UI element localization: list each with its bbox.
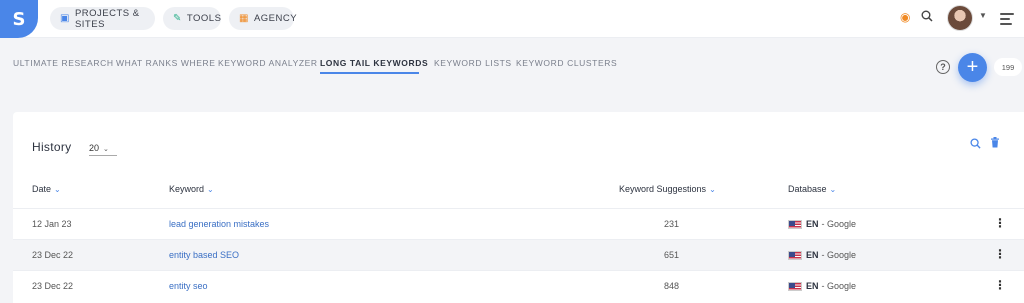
location-pin-icon[interactable]: ◉ (900, 10, 910, 24)
tab-keyword-analyzer[interactable]: KEYWORD ANALYZER (218, 58, 318, 68)
chevron-down-icon[interactable]: ▼ (979, 11, 987, 20)
tab-ultimate-research[interactable]: ULTIMATE RESEARCH (13, 58, 114, 68)
history-card: History 20 ⌄ Date ⌄ Keyword ⌄ Keyword Sugge… (13, 112, 1024, 303)
row-keyword-link[interactable]: entity seo (169, 281, 208, 291)
briefcase-icon: ▣ (60, 13, 70, 24)
row-options-icon[interactable]: ⋮ (994, 217, 1006, 229)
row-suggestions: 231 (664, 219, 680, 229)
tab-keyword-clusters[interactable]: KEYWORD CLUSTERS (516, 58, 617, 68)
column-header-suggestions[interactable]: Keyword Suggestions ⌄ (619, 184, 716, 194)
sort-chevron-icon: ⌄ (709, 185, 716, 194)
row-options-icon[interactable]: ⋮ (994, 248, 1006, 260)
row-database: EN - Google (788, 281, 856, 291)
table-row[interactable]: 12 Jan 23 lead generation mistakes 231 E… (13, 208, 1024, 239)
chevron-down-icon: ⌄ (103, 146, 109, 153)
row-date: 23 Dec 22 (32, 281, 74, 291)
top-bar: S ▣ PROJECTS & SITES ✎ TOOLS ▦ AGENCY ◉ … (0, 0, 1024, 38)
column-header-keyword[interactable]: Keyword ⌄ (169, 184, 214, 194)
row-suggestions: 651 (664, 250, 680, 260)
tools-icon: ✎ (173, 13, 182, 24)
row-database: EN - Google (788, 219, 856, 229)
row-keyword-link[interactable]: lead generation mistakes (169, 219, 269, 229)
table-row[interactable]: 23 Dec 22 entity seo 848 EN - Google ⋮ (13, 270, 1024, 301)
history-title: History (32, 140, 72, 154)
sort-chevron-icon: ⌄ (54, 185, 61, 194)
nav-projects-sites[interactable]: ▣ PROJECTS & SITES (50, 7, 155, 30)
agency-icon: ▦ (239, 13, 249, 24)
avatar[interactable] (947, 5, 973, 31)
row-options-icon[interactable]: ⋮ (994, 279, 1006, 291)
row-date: 23 Dec 22 (32, 250, 74, 260)
row-suggestions: 848 (664, 281, 680, 291)
nav-agency[interactable]: ▦ AGENCY (229, 7, 297, 30)
us-flag-icon (788, 250, 802, 260)
column-header-date[interactable]: Date ⌄ (32, 184, 61, 194)
tab-keyword-lists[interactable]: KEYWORD LISTS (434, 58, 512, 68)
sort-chevron-icon: ⌄ (207, 185, 214, 194)
add-button[interactable]: + (958, 53, 987, 82)
tab-what-ranks-where[interactable]: WHAT RANKS WHERE (116, 58, 216, 68)
app-logo[interactable]: S (0, 0, 38, 38)
sort-chevron-icon: ⌄ (829, 185, 837, 194)
active-tab-indicator (320, 72, 419, 74)
count-badge: 199 (994, 58, 1022, 76)
row-database: EN - Google (788, 250, 856, 260)
row-keyword-link[interactable]: entity based SEO (169, 250, 239, 260)
help-icon[interactable]: ? (936, 60, 950, 74)
nav-tools[interactable]: ✎ TOOLS (163, 7, 221, 30)
hamburger-menu-icon[interactable] (1000, 13, 1014, 28)
column-header-database[interactable]: Database ⌄ (788, 184, 836, 194)
us-flag-icon (788, 281, 802, 291)
table-row[interactable]: 23 Dec 22 entity based SEO 651 EN - Googl… (13, 239, 1024, 270)
us-flag-icon (788, 219, 802, 229)
trash-icon[interactable] (990, 137, 1000, 151)
search-history-icon[interactable] (970, 138, 981, 152)
row-date: 12 Jan 23 (32, 219, 72, 229)
search-icon[interactable] (921, 10, 933, 25)
page-size-select[interactable]: 20 ⌄ (89, 143, 117, 156)
tab-long-tail-keywords[interactable]: LONG TAIL KEYWORDS (320, 58, 428, 68)
tool-tabs: ULTIMATE RESEARCH WHAT RANKS WHERE KEYWO… (0, 50, 900, 78)
